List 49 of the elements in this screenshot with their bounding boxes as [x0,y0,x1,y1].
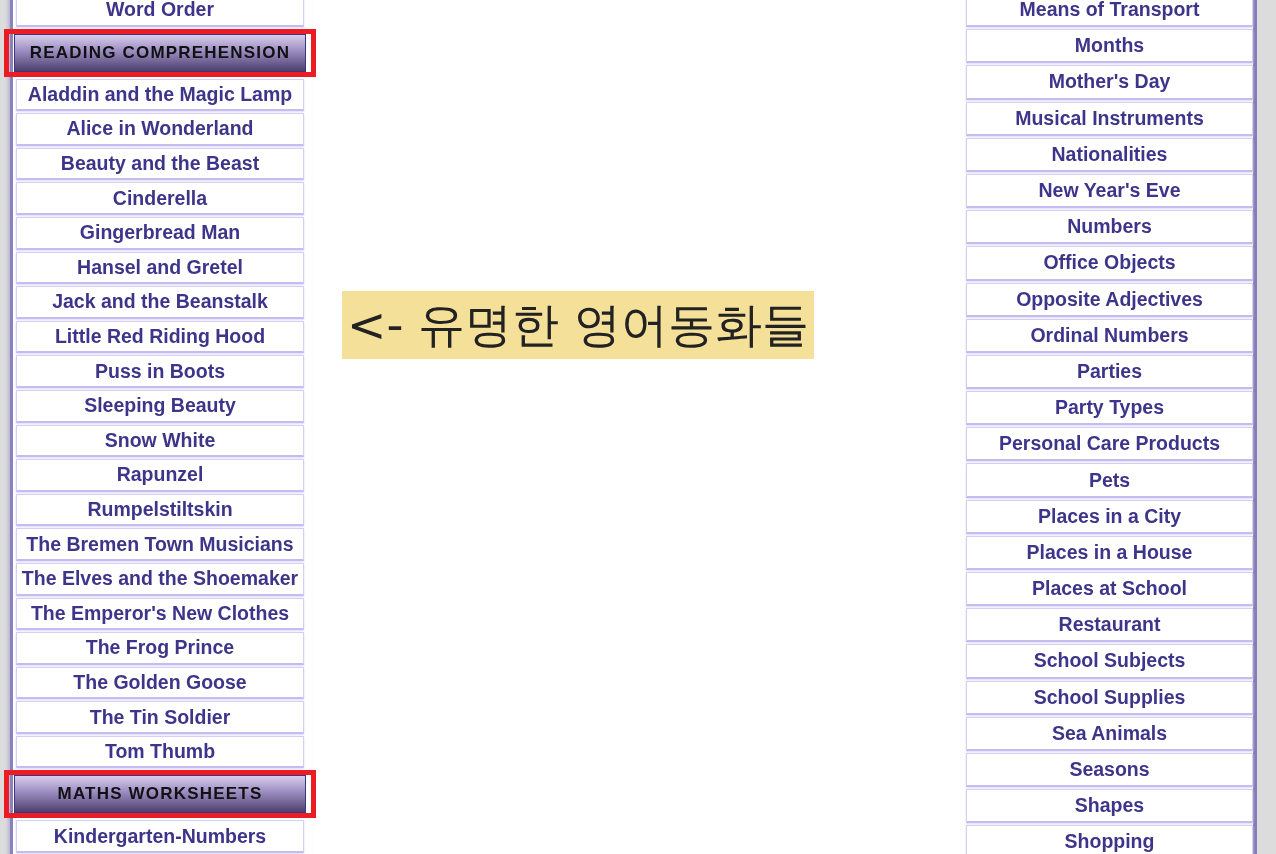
menu-link[interactable]: Personal Care Products [966,427,1253,462]
section-heading: MATHS WORKSHEETS [14,775,306,814]
menu-link[interactable]: Jack and the Beanstalk [16,286,304,319]
menu-link[interactable]: Office Objects [966,246,1253,281]
menu-link[interactable]: Shopping [966,825,1253,854]
menu-link[interactable]: Numbers [966,210,1253,245]
menu-link[interactable]: Snow White [16,424,304,458]
menu-link[interactable]: Pets [966,463,1253,498]
menu-link[interactable]: The Bremen Town Musicians [16,528,304,561]
menu-link[interactable]: Kindergarten-Numbers [16,820,304,854]
menu-link[interactable]: School Subjects [966,644,1253,679]
menu-link[interactable]: Restaurant [966,608,1253,643]
menu-link[interactable]: Means of Transport [966,0,1253,28]
menu-link[interactable]: Party Types [966,391,1253,426]
menu-link[interactable]: Places in a City [966,499,1253,534]
menu-link[interactable]: Word Order [16,0,304,27]
menu-link[interactable]: Shapes [966,789,1253,824]
menu-link[interactable]: Alice in Wonderland [16,113,304,146]
menu-link[interactable]: Mother's Day [966,65,1253,100]
section-heading: READING COMPREHENSION [14,33,306,72]
menu-link[interactable]: The Elves and the Shoemaker [16,562,304,596]
menu-link[interactable]: Parties [966,354,1253,390]
menu-link[interactable]: Musical Instruments [966,101,1253,136]
menu-link[interactable]: Tom Thumb [16,735,304,769]
menu-link[interactable]: Seasons [966,752,1253,788]
menu-link[interactable]: Little Red Riding Hood [16,320,304,354]
menu-link[interactable]: School Supplies [966,680,1253,715]
menu-link[interactable]: Rapunzel [16,459,304,492]
menu-link[interactable]: New Year's Eve [966,173,1253,209]
menu-link[interactable]: The Frog Prince [16,632,304,665]
menu-link[interactable]: Aladdin and the Magic Lamp [16,78,304,112]
menu-link[interactable]: Puss in Boots [16,355,304,388]
menu-link[interactable]: Ordinal Numbers [966,318,1253,353]
menu-link[interactable]: Gingerbread Man [16,216,304,250]
menu-link[interactable]: The Tin Soldier [16,701,304,734]
menu-link[interactable]: Sea Animals [966,716,1253,751]
menu-link[interactable]: Hansel and Gretel [16,251,304,285]
callout-note: <- 유명한 영어동화들 [342,291,815,359]
menu-link[interactable]: Places in a House [966,535,1253,570]
menu-link[interactable]: The Golden Goose [16,666,304,700]
menu-link[interactable]: Nationalities [966,137,1253,172]
menu-link[interactable]: Rumpelstiltskin [16,493,304,527]
menu-link[interactable]: The Emperor's New Clothes [16,597,304,631]
menu-link[interactable]: Opposite Adjectives [966,282,1253,317]
menu-link[interactable]: Sleeping Beauty [16,389,304,423]
menu-link[interactable]: Months [966,29,1253,64]
menu-link[interactable]: Beauty and the Beast [16,147,304,181]
menu-link[interactable]: Places at School [966,572,1253,607]
menu-link[interactable]: Cinderella [16,182,304,215]
